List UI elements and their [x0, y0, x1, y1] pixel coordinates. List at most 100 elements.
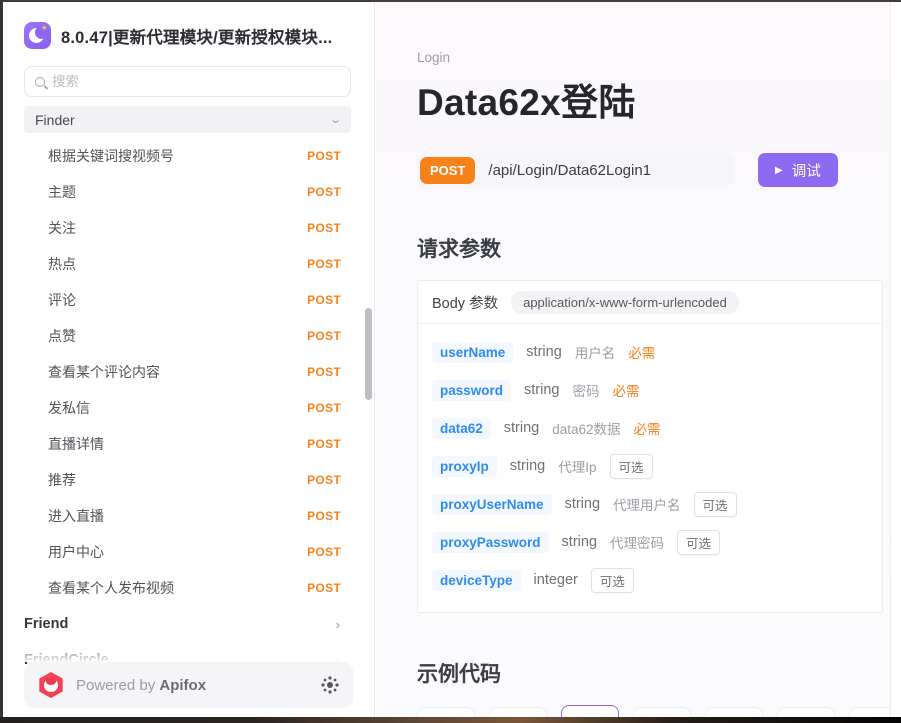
sidebar-item[interactable]: 用户中心POST	[3, 534, 374, 570]
theme-toggle-sun-icon[interactable]	[321, 676, 339, 694]
sidebar-item[interactable]: 点赞POST	[3, 318, 374, 354]
chevron-down-icon: ⌄	[329, 113, 342, 126]
search-box[interactable]	[24, 66, 351, 97]
lang-card-go[interactable]: GO	[705, 707, 763, 717]
param-list: userNamestring用户名必需passwordstring密码必需dat…	[418, 324, 882, 612]
param-type: string	[510, 458, 545, 474]
powered-by-footer[interactable]: Powered by Apifox	[24, 662, 353, 708]
method-post-badge: POST	[307, 185, 341, 199]
param-name: userName	[432, 342, 513, 363]
param-row: proxyPassword string 代理密码可选	[432, 523, 868, 561]
doc-main: Login Data62x登陆 POST /api/Login/Data62Lo…	[376, 2, 890, 717]
sidebar-scrollbar-thumb[interactable]	[365, 308, 372, 400]
param-row: proxyIpstring代理Ip可选	[432, 447, 868, 485]
param-row: proxyUserName string 代理用户名可选	[432, 485, 868, 523]
sidebar-section-finder[interactable]: Finder ⌄	[24, 106, 351, 133]
body-params-card: Body 参数 application/x-www-form-urlencode…	[417, 280, 883, 613]
sidebar-item[interactable]: 推荐 POST	[3, 462, 374, 498]
page-title: Data62x登陆	[417, 72, 890, 126]
param-row: deviceType integer 可选	[432, 561, 868, 599]
param-desc: 用户名	[575, 342, 616, 362]
search-icon	[35, 77, 45, 87]
group-label: Friend	[24, 616, 68, 632]
play-icon: ▶	[775, 165, 783, 176]
sidebar-item-label: 直播详情	[48, 434, 104, 454]
param-desc: data62数据	[552, 418, 620, 438]
sidebar-item[interactable]: 直播详情 POST	[3, 426, 374, 462]
lang-card-shell[interactable]: >_	[417, 707, 475, 717]
method-badge: POST	[420, 157, 475, 184]
param-type: string	[504, 420, 539, 436]
sidebar-item-label: 热点	[48, 254, 76, 274]
param-type: string	[562, 534, 597, 550]
sidebar-item[interactable]: 查看某个人发布视频POST	[3, 570, 374, 606]
project-logo-moon-icon: ✦	[24, 22, 51, 49]
lang-card-php[interactable]: php	[777, 707, 835, 717]
param-name: deviceType	[432, 570, 521, 591]
param-desc: 代理密码	[610, 532, 664, 552]
sidebar-item[interactable]: 发私信 POST	[3, 390, 374, 426]
method-post-badge: POST	[307, 473, 341, 487]
sidebar-item-label: 用户中心	[48, 542, 104, 562]
required-badge: 必需	[613, 380, 640, 400]
sample-code-heading: 示例代码	[417, 658, 890, 688]
sidebar-item-label: 查看某个评论内容	[48, 362, 160, 382]
project-title: 8.0.47|更新代理模块/更新授权模块...	[61, 24, 332, 48]
method-post-badge: POST	[307, 581, 341, 595]
debug-button[interactable]: ▶ 调试	[758, 153, 838, 187]
param-desc: 代理用户名	[613, 494, 681, 514]
sidebar: ✦ 8.0.47|更新代理模块/更新授权模块... Finder ⌄ 根据关键词…	[3, 2, 375, 717]
sidebar-group-friend[interactable]: Friend ›	[3, 606, 374, 642]
lang-card-python[interactable]	[849, 707, 890, 717]
window-top-edge	[0, 0, 901, 2]
sidebar-item[interactable]: 主题POST	[3, 174, 374, 210]
method-post-badge: POST	[307, 221, 341, 235]
sidebar-item-label: 发私信	[48, 398, 90, 418]
required-badge: 必需	[634, 418, 661, 438]
desktop-background-strip	[0, 717, 901, 723]
lang-card-java[interactable]	[561, 705, 619, 717]
window-left-edge	[0, 0, 3, 723]
sidebar-item[interactable]: 查看某个评论内容 POST	[3, 354, 374, 390]
search-input[interactable]	[52, 74, 340, 89]
lang-card-swift[interactable]	[633, 707, 691, 717]
api-list: 根据关键词搜视频号POST主题POST关注POST热点POST评论POST点赞P…	[3, 138, 374, 606]
sidebar-item-label: 推荐	[48, 470, 76, 490]
sidebar-item-label: 关注	[48, 218, 76, 238]
param-name: proxyPassword	[432, 532, 549, 553]
optional-badge: 可选	[694, 492, 737, 517]
param-name: proxyUserName	[432, 494, 552, 515]
param-type: string	[565, 496, 600, 512]
optional-badge: 可选	[677, 530, 720, 555]
param-name: proxyIp	[432, 456, 497, 477]
chevron-right-icon: ›	[336, 617, 340, 632]
sidebar-item-label: 评论	[48, 290, 76, 310]
method-post-badge: POST	[307, 329, 341, 343]
optional-badge: 可选	[591, 568, 634, 593]
language-tabs: >_ JS GO php	[417, 707, 890, 717]
page-scrollbar-track[interactable]	[890, 2, 901, 717]
method-post-badge: POST	[307, 149, 341, 163]
sidebar-item[interactable]: 热点 POST	[3, 246, 374, 282]
param-name: data62	[432, 418, 491, 439]
endpoint-bar: POST /api/Login/Data62Login1	[417, 153, 734, 187]
param-row: userNamestring用户名必需	[432, 333, 868, 371]
method-post-badge: POST	[307, 437, 341, 451]
breadcrumb: Login	[417, 50, 890, 65]
param-type: string	[526, 344, 561, 360]
body-label: Body 参数	[432, 292, 498, 313]
sidebar-item[interactable]: 根据关键词搜视频号POST	[3, 138, 374, 174]
method-post-badge: POST	[307, 401, 341, 415]
param-row: data62 string data62数据必需	[432, 409, 868, 447]
lang-card-javascript[interactable]: JS	[489, 707, 547, 717]
param-type: integer	[534, 572, 578, 588]
method-post-badge: POST	[307, 365, 341, 379]
sidebar-item[interactable]: 评论POST	[3, 282, 374, 318]
param-desc: 密码	[573, 380, 600, 400]
sidebar-item[interactable]: 进入直播POST	[3, 498, 374, 534]
param-name: password	[432, 380, 511, 401]
method-post-badge: POST	[307, 257, 341, 271]
sidebar-item[interactable]: 关注 POST	[3, 210, 374, 246]
optional-badge: 可选	[610, 454, 653, 479]
method-post-badge: POST	[307, 509, 341, 523]
